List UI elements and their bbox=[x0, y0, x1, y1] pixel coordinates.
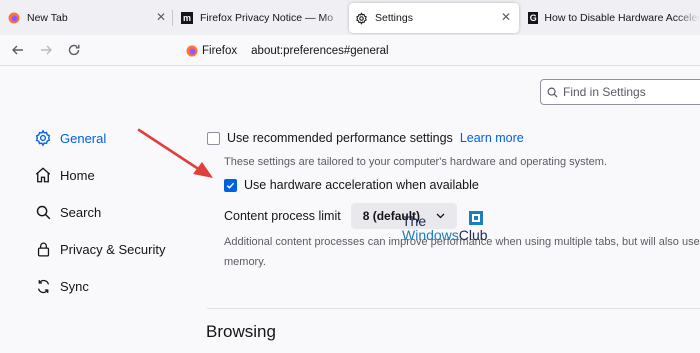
content-process-description-line2: memory. bbox=[224, 256, 266, 268]
forward-arrow-icon[interactable] bbox=[36, 40, 56, 60]
sidebar-item-label: Sync bbox=[60, 278, 89, 294]
find-in-settings-input[interactable]: Find in Settings bbox=[540, 79, 700, 105]
home-icon bbox=[33, 165, 53, 185]
search-icon bbox=[547, 87, 558, 98]
watermark-line2-windows: Windows bbox=[402, 227, 459, 243]
search-icon bbox=[33, 202, 53, 222]
close-icon[interactable]: ✕ bbox=[156, 10, 166, 24]
sidebar-item-label: General bbox=[60, 130, 107, 146]
hardware-acceleration-checkbox[interactable] bbox=[224, 178, 237, 192]
watermark-line2-club: Club bbox=[458, 227, 488, 243]
section-divider bbox=[207, 308, 700, 309]
tab-strip: New Tab ✕ m Firefox Privacy Notice — Moz… bbox=[0, 0, 700, 35]
firefox-icon bbox=[186, 45, 198, 57]
mozilla-m-icon: m bbox=[181, 12, 193, 24]
gear-icon bbox=[33, 128, 53, 148]
tab-title: New Tab bbox=[27, 12, 68, 24]
tab-settings[interactable]: Settings ✕ bbox=[349, 3, 519, 33]
sidebar-item-label: Privacy & Security bbox=[60, 241, 166, 257]
close-icon[interactable]: ✕ bbox=[501, 10, 511, 24]
search-placeholder: Find in Settings bbox=[563, 85, 646, 99]
recommended-performance-row: Use recommended performance settings Lea… bbox=[207, 131, 524, 145]
gear-icon bbox=[355, 11, 368, 25]
tab-title: Firefox Privacy Notice — Mozilla bbox=[200, 12, 333, 24]
navigation-toolbar: Firefox about:preferences#general bbox=[0, 35, 700, 66]
windows-club-logo-icon bbox=[469, 211, 483, 225]
lock-icon bbox=[33, 239, 53, 259]
tab-privacy-notice[interactable]: m Firefox Privacy Notice — Mozilla bbox=[173, 3, 345, 33]
firefox-icon bbox=[8, 12, 20, 24]
url-bar[interactable]: Firefox about:preferences#general bbox=[180, 39, 700, 62]
tab-title: Settings bbox=[375, 12, 413, 24]
url-text[interactable]: about:preferences#general bbox=[251, 45, 388, 57]
tab-new-tab[interactable]: New Tab ✕ bbox=[0, 3, 172, 33]
tab-fade bbox=[321, 3, 345, 33]
sidebar-item-label: Home bbox=[60, 167, 95, 183]
sidebar-item-general[interactable]: General bbox=[33, 125, 106, 151]
sync-icon bbox=[33, 276, 53, 296]
reload-icon[interactable] bbox=[64, 40, 84, 60]
content-process-limit-label: Content process limit bbox=[224, 209, 341, 223]
sidebar-item-privacy-security[interactable]: Privacy & Security bbox=[33, 236, 165, 262]
g-icon: G bbox=[528, 12, 539, 24]
sidebar-item-home[interactable]: Home bbox=[33, 162, 95, 188]
hardware-acceleration-label[interactable]: Use hardware acceleration when available bbox=[244, 178, 479, 192]
learn-more-link[interactable]: Learn more bbox=[460, 131, 524, 145]
settings-page: Find in Settings General Home Search Pri… bbox=[0, 66, 700, 353]
recommended-performance-checkbox[interactable] bbox=[207, 131, 220, 145]
recommended-performance-description: These settings are tailored to your comp… bbox=[224, 156, 608, 168]
identity-box[interactable]: Firefox bbox=[186, 45, 237, 57]
hardware-acceleration-row: Use hardware acceleration when available bbox=[224, 178, 479, 192]
tab-fade bbox=[676, 3, 700, 33]
browsing-section-title: Browsing bbox=[206, 322, 276, 341]
tab-how-to-disable[interactable]: G How to Disable Hardware Acceleration bbox=[523, 3, 700, 33]
sidebar-item-label: Search bbox=[60, 204, 102, 220]
checkmark-icon bbox=[226, 182, 235, 189]
sidebar-item-search[interactable]: Search bbox=[33, 199, 101, 225]
watermark-line2: WindowsClub bbox=[402, 228, 488, 242]
back-arrow-icon[interactable] bbox=[8, 40, 28, 60]
identity-label: Firefox bbox=[202, 44, 238, 57]
recommended-performance-label[interactable]: Use recommended performance settings bbox=[227, 131, 453, 145]
sidebar-item-sync[interactable]: Sync bbox=[33, 273, 89, 299]
